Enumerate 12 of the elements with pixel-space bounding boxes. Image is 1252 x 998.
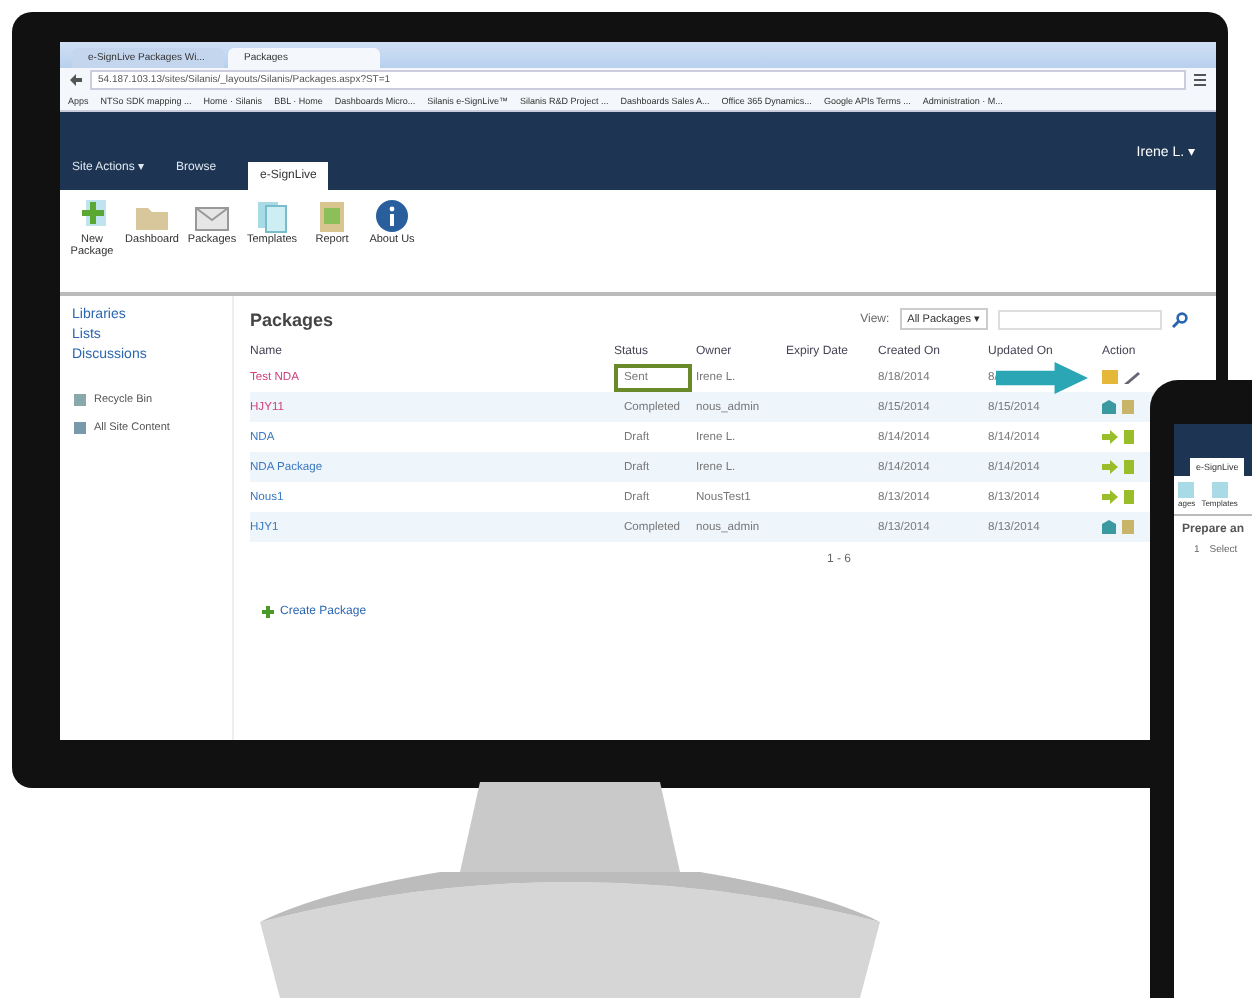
clipboard-icon [314,198,350,234]
building-icon[interactable] [1102,520,1116,534]
info-icon [374,198,410,234]
plus-icon [262,606,274,618]
menu-icon[interactable] [1194,73,1206,85]
search-field[interactable] [998,309,1162,329]
pointer-arrow-icon [996,362,1088,394]
pencil-icon[interactable] [1124,370,1140,384]
search-icon[interactable] [1172,311,1188,327]
back-arrow-icon[interactable] [70,73,82,85]
page-title: Packages [250,309,334,329]
building-icon[interactable] [1102,400,1116,414]
